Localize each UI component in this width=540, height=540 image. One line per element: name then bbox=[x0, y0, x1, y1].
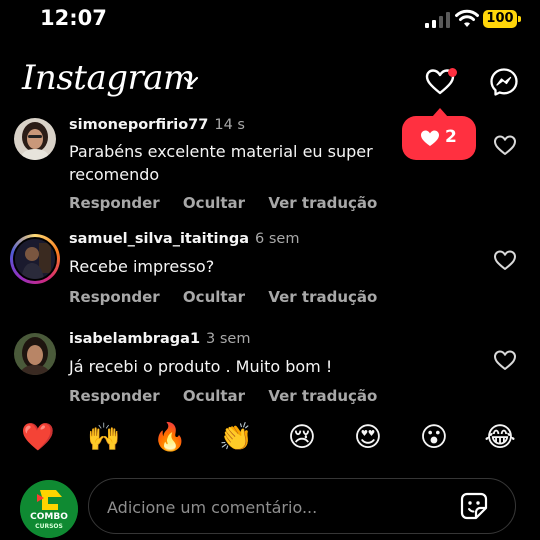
translate-button[interactable]: Ver tradução bbox=[268, 288, 377, 306]
comment-username[interactable]: simoneporfirio77 14 s bbox=[69, 117, 245, 133]
sticker-icon[interactable] bbox=[459, 491, 489, 521]
likes-notification-bubble[interactable]: 2 bbox=[402, 108, 476, 160]
reaction-heart-emoji[interactable]: ❤️ bbox=[20, 420, 56, 456]
comment-time: 14 s bbox=[214, 117, 245, 133]
translate-button[interactable]: Ver tradução bbox=[268, 194, 377, 212]
comment-text: Recebe impresso? bbox=[69, 257, 215, 276]
comment-time: 6 sem bbox=[255, 231, 300, 247]
instagram-logo[interactable]: Instagram bbox=[22, 58, 195, 98]
status-time: 12:07 bbox=[40, 6, 107, 30]
heart-filled-icon bbox=[421, 130, 439, 146]
reply-button[interactable]: Responder bbox=[69, 387, 160, 405]
comment-actions: Responder Ocultar Ver tradução bbox=[69, 194, 395, 212]
quick-reactions-bar: ❤️ 🙌 🔥 👏 😢 😍 😮 😂 bbox=[0, 420, 540, 460]
like-heart-icon[interactable] bbox=[493, 134, 517, 156]
likes-count: 2 bbox=[445, 127, 457, 147]
reaction-clap-emoji[interactable]: 👏 bbox=[218, 420, 254, 456]
comment-username[interactable]: samuel_silva_itaitinga 6 sem bbox=[69, 231, 299, 247]
wifi-icon bbox=[455, 9, 479, 27]
avatar-text-2: CURSOS bbox=[35, 523, 63, 530]
hide-button[interactable]: Ocultar bbox=[183, 288, 245, 306]
avatar[interactable] bbox=[14, 333, 56, 375]
like-heart-icon[interactable] bbox=[493, 249, 517, 271]
reaction-heart-eyes-emoji[interactable]: 😍 bbox=[350, 420, 386, 456]
comment-username[interactable]: isabelambraga1 3 sem bbox=[69, 331, 250, 347]
reaction-raised-hands-emoji[interactable]: 🙌 bbox=[86, 420, 122, 456]
comment-actions: Responder Ocultar Ver tradução bbox=[69, 387, 395, 405]
messenger-icon[interactable] bbox=[489, 67, 519, 97]
user-avatar: COMBO CURSOS bbox=[20, 480, 78, 538]
chevron-down-icon[interactable] bbox=[182, 74, 200, 88]
app-header: Instagram bbox=[0, 56, 540, 112]
reaction-fire-emoji[interactable]: 🔥 bbox=[152, 420, 188, 456]
comment-time: 3 sem bbox=[206, 331, 251, 347]
comment-text: Parabéns excelente material eu super rec… bbox=[69, 142, 373, 184]
reply-button[interactable]: Responder bbox=[69, 194, 160, 212]
hide-button[interactable]: Ocultar bbox=[183, 194, 245, 212]
reaction-crying-emoji[interactable]: 😢 bbox=[284, 420, 320, 456]
reaction-laughing-emoji[interactable]: 😂 bbox=[482, 420, 518, 456]
comment-input[interactable] bbox=[105, 491, 439, 523]
avatar-text-1: COMBO bbox=[30, 512, 68, 522]
avatar[interactable] bbox=[10, 234, 60, 284]
hide-button[interactable]: Ocultar bbox=[183, 387, 245, 405]
comment-text: Já recebi o produto . Muito bom ! bbox=[69, 357, 333, 376]
translate-button[interactable]: Ver tradução bbox=[268, 387, 377, 405]
like-heart-icon[interactable] bbox=[493, 349, 517, 371]
reaction-surprised-emoji[interactable]: 😮 bbox=[416, 420, 452, 456]
status-bar: 12:07 100 bbox=[0, 0, 540, 40]
avatar[interactable] bbox=[14, 118, 56, 160]
signal-icon bbox=[425, 12, 450, 28]
battery-indicator: 100 bbox=[483, 10, 521, 28]
comment-input-container[interactable] bbox=[88, 478, 516, 534]
comment-composer: COMBO CURSOS bbox=[0, 474, 540, 540]
notification-dot bbox=[448, 68, 457, 77]
reply-button[interactable]: Responder bbox=[69, 288, 160, 306]
comment-actions: Responder Ocultar Ver tradução bbox=[69, 288, 395, 306]
